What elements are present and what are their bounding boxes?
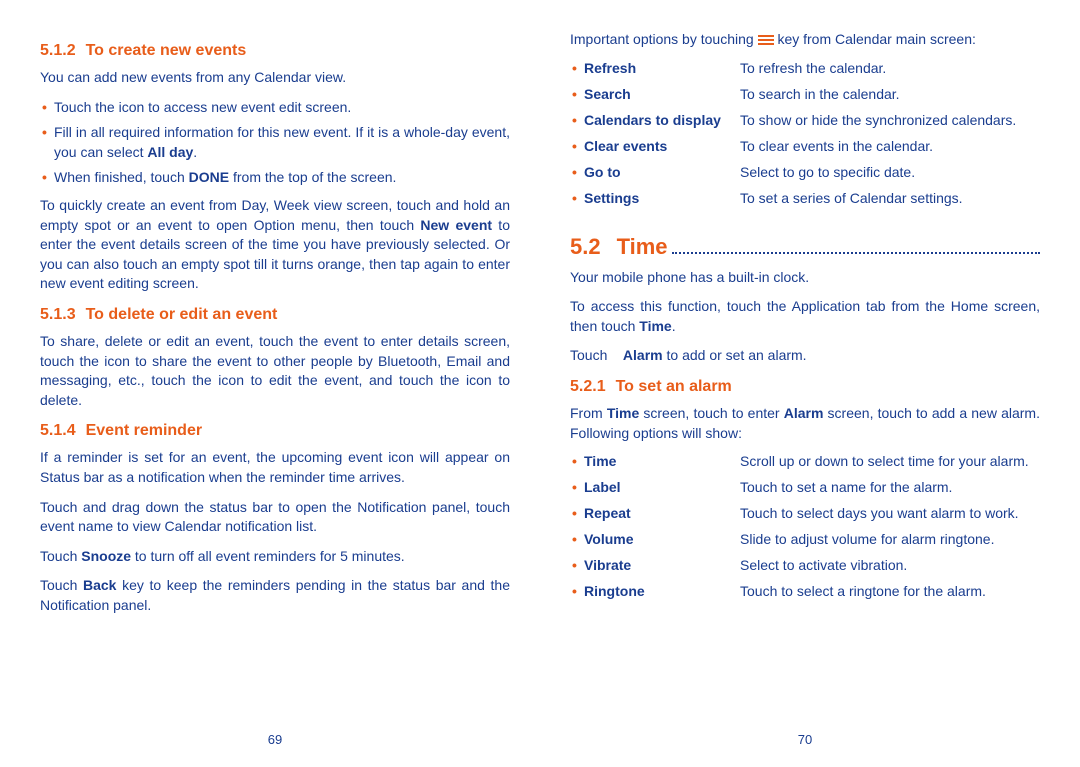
menu-icon [758,33,774,47]
para: To access this function, touch the Appli… [570,297,1040,336]
para: Touch Snooze to turn off all event remin… [40,547,510,567]
para: Your mobile phone has a built-in clock. [570,268,1040,288]
para: Touch Alarm to add or set an alarm. [570,346,1040,366]
calendar-options-table: RefreshTo refresh the calendar. SearchTo… [570,60,1040,216]
para: To share, delete or edit an event, touch… [40,332,510,410]
heading-5-1-3: 5.1.3To delete or edit an event [40,306,510,324]
heading-5-1-4: 5.1.4Event reminder [40,422,510,440]
heading-5-1-2: 5.1.2To create new events [40,42,510,60]
para: To quickly create an event from Day, Wee… [40,196,510,294]
para: Touch Back key to keep the reminders pen… [40,576,510,615]
para: Important options by touching key from C… [570,30,1040,50]
alarm-options-table: TimeScroll up or down to select time for… [570,453,1040,609]
page-number-right: 70 [540,732,1040,747]
heading-5-2: 5.2 Time [570,234,1040,260]
page-number-left: 69 [40,732,540,747]
para: You can add new events from any Calendar… [40,68,510,88]
para: If a reminder is set for an event, the u… [40,448,510,487]
bullet-list: Touch the icon to access new event edit … [40,98,510,188]
heading-5-2-1: 5.2.1To set an alarm [570,378,1040,396]
para: From Time screen, touch to enter Alarm s… [570,404,1040,443]
para: Touch and drag down the status bar to op… [40,498,510,537]
